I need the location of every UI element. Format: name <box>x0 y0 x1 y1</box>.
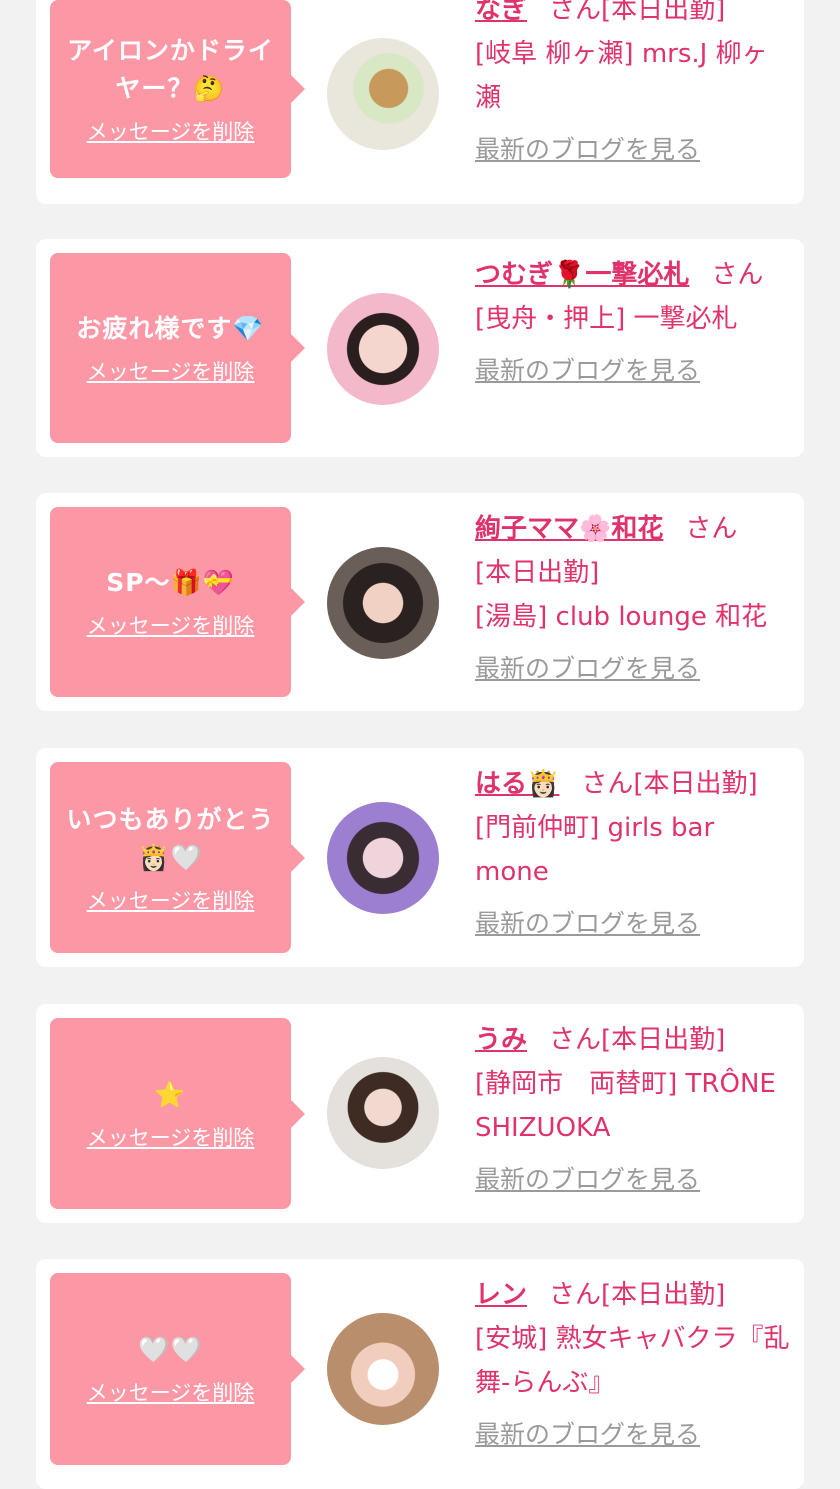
message-text: ⭐ <box>154 1079 187 1109</box>
cast-name-link[interactable]: 絢子ママ🌸和花 <box>475 514 663 544</box>
profile-info: はる👸🏻 さん[本日出勤] [門前仲町] girls bar mone 最新のブロ… <box>475 762 793 946</box>
avatar[interactable] <box>327 802 439 914</box>
avatar[interactable] <box>327 293 439 405</box>
store-text: [曳舟・押上] 一撃必札 <box>475 304 738 334</box>
status-badge: [本日出勤] <box>475 558 600 588</box>
status-badge: [本日出勤] <box>633 769 758 799</box>
honorific: さん <box>549 0 602 25</box>
latest-blog-link[interactable]: 最新のブログを見る <box>475 128 793 172</box>
list-item: SP〜🎁💝 メッセージを削除 絢子ママ🌸和花 さん [本日出勤] [湯島] clu… <box>36 493 804 711</box>
list-item: いつもありがとう👸🏻🤍 メッセージを削除 はる👸🏻 さん[本日出勤] [門前仲町]… <box>36 748 804 967</box>
store-text: [湯島] club lounge 和花 <box>475 602 768 632</box>
message-bubble: いつもありがとう👸🏻🤍 メッセージを削除 <box>50 762 305 953</box>
message-text: お疲れ様です💎 <box>76 314 265 343</box>
message-list: アイロンかドライヤー？🤔 メッセージを削除 なぎ さん[本日出勤] [岐阜 柳ヶ瀬… <box>0 0 840 1489</box>
store-text: [安城] 熟女キャバクラ『乱舞-らんぶ』 <box>475 1324 790 1398</box>
store-text: [岐阜 柳ヶ瀬] mrs.J 柳ヶ瀬 <box>475 39 768 113</box>
cast-name-link[interactable]: なぎ <box>475 0 527 25</box>
delete-message-link[interactable]: メッセージを削除 <box>87 1377 255 1407</box>
honorific: さん <box>549 1280 602 1310</box>
delete-message-link[interactable]: メッセージを削除 <box>87 116 255 146</box>
delete-message-link[interactable]: メッセージを削除 <box>87 1122 255 1152</box>
latest-blog-link[interactable]: 最新のブログを見る <box>475 1158 793 1202</box>
delete-message-link[interactable]: メッセージを削除 <box>87 356 255 386</box>
latest-blog-link[interactable]: 最新のブログを見る <box>475 1413 793 1457</box>
latest-blog-link[interactable]: 最新のブログを見る <box>475 349 793 393</box>
list-item: アイロンかドライヤー？🤔 メッセージを削除 なぎ さん[本日出勤] [岐阜 柳ヶ瀬… <box>36 0 804 204</box>
message-bubble: SP〜🎁💝 メッセージを削除 <box>50 507 305 697</box>
latest-blog-link[interactable]: 最新のブログを見る <box>475 902 793 946</box>
profile-info: うみ さん[本日出勤] [静岡市 両替町] TRÔNE SHIZUOKA 最新のブ… <box>475 1018 793 1202</box>
list-item: ⭐ メッセージを削除 うみ さん[本日出勤] [静岡市 両替町] TRÔNE SH… <box>36 1004 804 1223</box>
status-badge: [本日出勤] <box>601 0 726 25</box>
message-text: 🤍🤍 <box>138 1335 203 1364</box>
avatar[interactable] <box>327 1313 439 1425</box>
cast-name-link[interactable]: うみ <box>475 1025 527 1055</box>
store-text: [静岡市 両替町] TRÔNE SHIZUOKA <box>475 1069 776 1143</box>
profile-info: 絢子ママ🌸和花 さん [本日出勤] [湯島] club lounge 和花 最新の… <box>475 507 793 691</box>
delete-message-link[interactable]: メッセージを削除 <box>87 885 255 915</box>
honorific: さん <box>685 514 738 544</box>
profile-info: つむぎ🌹一撃必札 さん [曳舟・押上] 一撃必札 最新のブログを見る <box>475 253 793 393</box>
honorific: さん <box>549 1025 602 1055</box>
message-bubble: アイロンかドライヤー？🤔 メッセージを削除 <box>50 0 305 178</box>
status-badge: [本日出勤] <box>601 1025 726 1055</box>
honorific: さん <box>711 260 764 290</box>
list-item: 🤍🤍 メッセージを削除 レン さん[本日出勤] [安城] 熟女キャバクラ『乱舞-ら… <box>36 1259 804 1489</box>
latest-blog-link[interactable]: 最新のブログを見る <box>475 647 793 691</box>
cast-name-link[interactable]: つむぎ🌹一撃必札 <box>475 260 689 290</box>
delete-message-link[interactable]: メッセージを削除 <box>87 610 255 640</box>
message-text: いつもありがとう👸🏻🤍 <box>66 804 275 872</box>
message-text: アイロンかドライヤー？🤔 <box>67 36 274 103</box>
message-bubble: ⭐ メッセージを削除 <box>50 1018 305 1209</box>
list-item: お疲れ様です💎 メッセージを削除 つむぎ🌹一撃必札 さん [曳舟・押上] 一撃必札… <box>36 239 804 457</box>
message-bubble: 🤍🤍 メッセージを削除 <box>50 1273 305 1465</box>
avatar[interactable] <box>327 547 439 659</box>
cast-name-link[interactable]: はる👸🏻 <box>475 769 559 799</box>
message-bubble: お疲れ様です💎 メッセージを削除 <box>50 253 305 443</box>
honorific: さん <box>581 769 634 799</box>
store-text: [門前仲町] girls bar mone <box>475 813 715 887</box>
profile-info: レン さん[本日出勤] [安城] 熟女キャバクラ『乱舞-らんぶ』 最新のブログを見… <box>475 1273 793 1457</box>
avatar[interactable] <box>327 1057 439 1169</box>
avatar[interactable] <box>327 38 439 150</box>
message-text: SP〜🎁💝 <box>106 568 235 597</box>
profile-info: なぎ さん[本日出勤] [岐阜 柳ヶ瀬] mrs.J 柳ヶ瀬 最新のブログを見る <box>475 0 793 172</box>
cast-name-link[interactable]: レン <box>475 1280 527 1310</box>
status-badge: [本日出勤] <box>601 1280 726 1310</box>
